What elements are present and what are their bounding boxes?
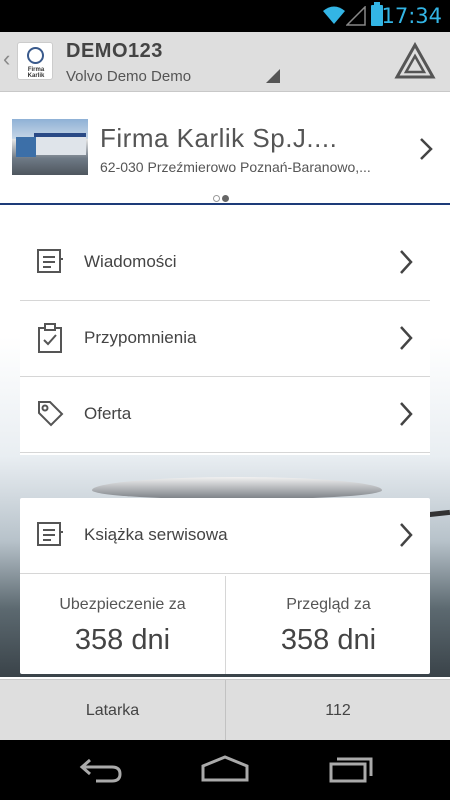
logo-text: Firma Karlik [27,67,45,79]
tag-icon [36,399,64,432]
messages-icon [36,247,64,280]
car-subtitle[interactable]: Volvo Demo Demo [66,68,191,85]
inspection-stat[interactable]: Przegląd za 358 dni [225,576,430,674]
inspection-value: 358 dni [280,624,377,656]
menu-card: Wiadomości Przypomnienia Oferta [20,225,430,455]
emergency-call-button[interactable]: 112 [225,680,450,741]
home-icon[interactable] [200,754,250,789]
menu-item-messages[interactable]: Wiadomości [20,225,430,301]
back-icon[interactable] [78,754,124,789]
insurance-value: 358 dni [74,624,171,656]
status-bar: 17:34 [0,0,450,32]
menu-item-offer[interactable]: Oferta [20,377,430,453]
flashlight-button[interactable]: Latarka [0,680,225,741]
chevron-right-icon [398,325,414,356]
menu-item-label: Książka serwisowa [84,525,228,544]
menu-item-service-book[interactable]: Książka serwisowa [20,498,430,574]
warning-triangle-icon[interactable] [394,41,436,85]
page-dot-active [222,195,229,202]
menu-item-reminders[interactable]: Przypomnienia [20,301,430,377]
dealer-card[interactable]: Firma Karlik Sp.J.... 62-030 Przeźmierow… [0,93,450,205]
menu-item-label: Przypomnienia [84,328,197,347]
insurance-stat[interactable]: Ubezpieczenie za 358 dni [20,576,225,674]
dealer-address: 62-030 Przeźmierowo Poznań-Baranowo,... [100,159,371,175]
reminder-clipboard-icon [36,323,64,358]
service-book-icon [36,520,64,553]
menu-item-label: Wiadomości [84,252,177,271]
recents-icon[interactable] [328,754,374,789]
back-chevron-icon[interactable]: ‹ [3,46,10,72]
status-time: 17:34 [381,4,442,28]
page-dot [213,195,220,202]
service-stats: Ubezpieczenie za 358 dni Przegląd za 358… [20,576,430,674]
chevron-right-icon [398,522,414,553]
volvo-logo-icon [27,47,44,64]
menu-item-label: Oferta [84,404,132,423]
inspection-caption: Przegląd za [286,596,371,613]
page-indicator [213,189,231,207]
action-bar: ‹ Firma Karlik DEMO123 Volvo Demo Demo [0,32,450,92]
signal-icon [345,5,366,31]
dealer-photo [12,119,88,175]
insurance-caption: Ubezpieczenie za [59,596,186,613]
dealer-name: Firma Karlik Sp.J.... [100,123,338,153]
wifi-icon [322,5,346,30]
chevron-right-icon [398,401,414,432]
bottom-bar: Latarka 112 [0,679,450,741]
service-card: Książka serwisowa Ubezpieczenie za 358 d… [20,498,430,674]
spinner-triangle-icon[interactable] [266,69,280,88]
car-title[interactable]: DEMO123 [66,40,163,63]
chevron-right-icon[interactable] [418,137,434,166]
main-content: Wiadomości Przypomnienia Oferta Książka … [0,207,450,677]
chevron-right-icon [398,249,414,280]
kayak-image [92,477,382,499]
dealer-logo[interactable]: Firma Karlik [17,42,53,80]
navigation-bar [0,740,450,800]
